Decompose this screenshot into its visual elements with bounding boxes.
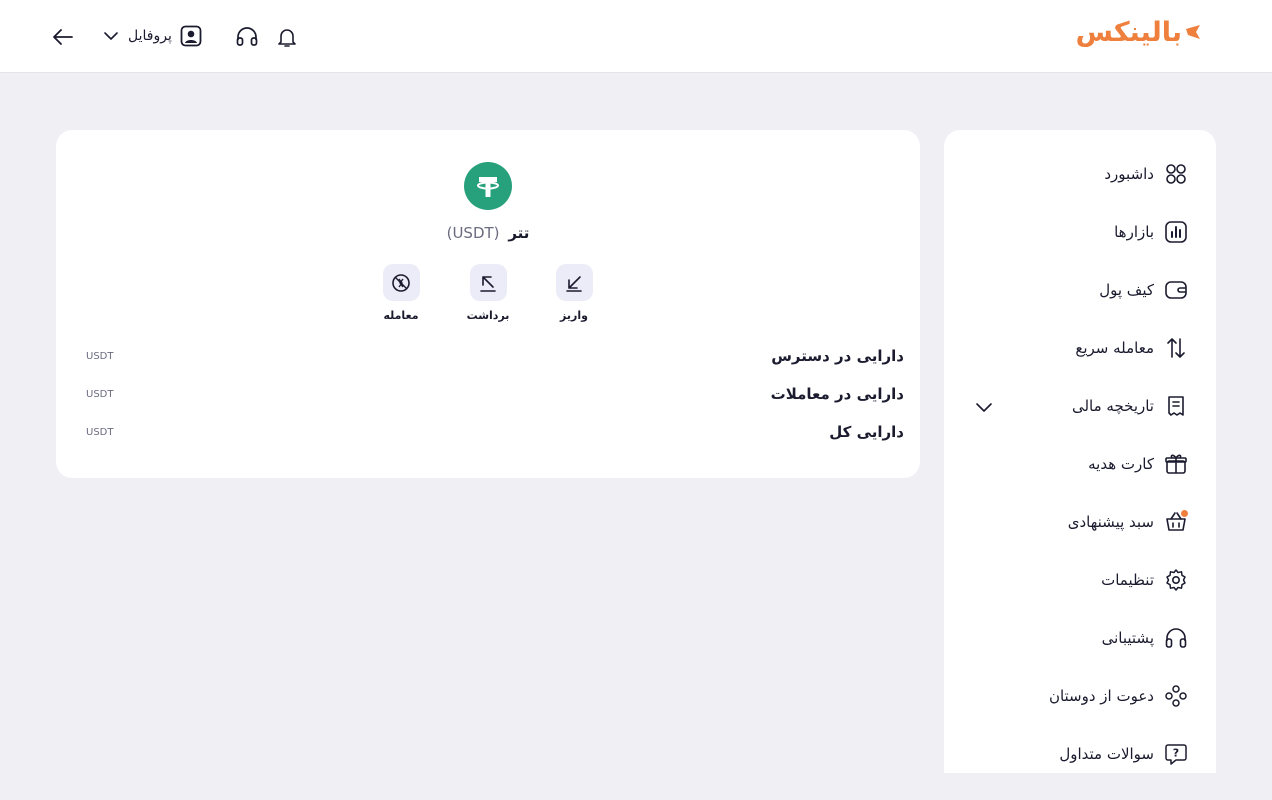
sidebar-item-wallet[interactable]: کیف پول — [972, 272, 1188, 308]
support-button[interactable] — [234, 24, 260, 50]
sidebar-item-label: پشتیبانی — [1101, 629, 1154, 647]
profile-label: پروفایل — [128, 28, 172, 44]
coin-title: تتر (USDT) — [56, 224, 920, 242]
sidebar-item-quick-trade[interactable]: معامله سریع — [972, 330, 1188, 366]
withdraw-arrow-icon — [469, 264, 507, 301]
trade-coin-icon — [382, 264, 420, 301]
basket-icon — [1164, 510, 1188, 534]
top-header: بالینکس پروفایل — [0, 0, 1272, 73]
sidebar-item-label: سبد پیشنهادی — [1067, 513, 1154, 531]
sidebar-item-invite-friends[interactable]: دعوت از دوستان — [972, 678, 1188, 714]
sidebar-item-label: داشبورد — [1104, 165, 1154, 183]
logo-text: بالینکس — [1075, 16, 1183, 48]
wallet-icon — [1164, 278, 1188, 302]
svg-text:?: ? — [1173, 747, 1179, 760]
swap-arrows-icon — [1164, 336, 1188, 360]
bell-icon — [278, 29, 296, 47]
coin-name: تتر — [508, 224, 530, 242]
gear-icon — [1164, 568, 1188, 592]
sidebar-item-suggested-basket[interactable]: سبد پیشنهادی — [972, 504, 1188, 540]
sidebar-item-financial-history[interactable]: تاریخچه مالی — [972, 388, 1188, 424]
trade-button[interactable]: معامله — [371, 264, 431, 322]
coin-symbol: (USDT) — [446, 224, 500, 242]
balance-row-total: USDT دارایی کل — [86, 420, 904, 444]
sidebar-item-label: سوالات متداول — [1059, 745, 1154, 763]
notification-dot — [1181, 510, 1188, 517]
deposit-button[interactable]: واریز — [544, 264, 604, 322]
sidebar-item-label: معامله سریع — [1075, 339, 1154, 357]
logo-mark-icon — [1186, 25, 1200, 39]
brand-logo[interactable]: بالینکس — [1076, 16, 1202, 48]
chevron-down-icon — [104, 32, 118, 40]
balance-label: دارایی کل — [829, 423, 904, 441]
sidebar-item-settings[interactable]: تنظیمات — [972, 562, 1188, 598]
sidebar-item-label: تنظیمات — [1101, 571, 1154, 589]
sidebar-item-gift-card[interactable]: کارت هدیه — [972, 446, 1188, 482]
sidebar-item-support[interactable]: پشتیبانی — [972, 620, 1188, 656]
balance-unit: USDT — [86, 426, 114, 438]
withdraw-button[interactable]: برداشت — [458, 264, 518, 322]
asset-card: تتر (USDT) واریز برداشت معامله USDT دارا… — [56, 130, 920, 478]
arrow-left-icon — [53, 29, 73, 45]
sidebar-nav: داشبورد بازارها کیف پول معامله سریع تاری… — [944, 130, 1216, 773]
tether-logo-icon — [464, 162, 512, 210]
headset-icon — [236, 27, 258, 46]
people-icon — [1164, 684, 1188, 708]
receipt-icon — [1164, 394, 1188, 418]
back-button[interactable] — [50, 24, 76, 50]
balance-unit: USDT — [86, 350, 114, 362]
balance-unit: USDT — [86, 388, 114, 400]
sidebar-item-label: دعوت از دوستان — [1048, 687, 1154, 705]
sidebar-item-label: بازارها — [1114, 223, 1154, 241]
gift-icon — [1164, 452, 1188, 476]
markets-chart-icon — [1164, 220, 1188, 244]
sidebar-item-markets[interactable]: بازارها — [972, 214, 1188, 250]
headset-icon — [1164, 626, 1188, 650]
chevron-down-icon[interactable] — [974, 397, 994, 417]
balance-row-available: USDT دارایی در دسترس — [86, 344, 904, 368]
sidebar-item-label: کارت هدیه — [1088, 455, 1154, 473]
trade-label: معامله — [383, 309, 419, 322]
deposit-arrow-icon — [555, 264, 593, 301]
dashboard-grid-icon — [1164, 162, 1188, 186]
balance-label: دارایی در معاملات — [770, 385, 904, 403]
notifications-button[interactable] — [274, 24, 300, 50]
user-avatar-icon — [180, 25, 202, 47]
balance-row-in-orders: USDT دارایی در معاملات — [86, 382, 904, 406]
sidebar-item-label: کیف پول — [1099, 281, 1154, 299]
withdraw-label: برداشت — [466, 309, 510, 322]
sidebar-item-faq[interactable]: ? سوالات متداول — [972, 736, 1188, 772]
profile-menu[interactable]: پروفایل — [102, 22, 202, 50]
deposit-label: واریز — [560, 309, 588, 322]
sidebar-item-dashboard[interactable]: داشبورد — [972, 156, 1188, 192]
sidebar-item-label: تاریخچه مالی — [1071, 397, 1154, 415]
balance-label: دارایی در دسترس — [771, 347, 904, 365]
question-chat-icon: ? — [1164, 742, 1188, 766]
